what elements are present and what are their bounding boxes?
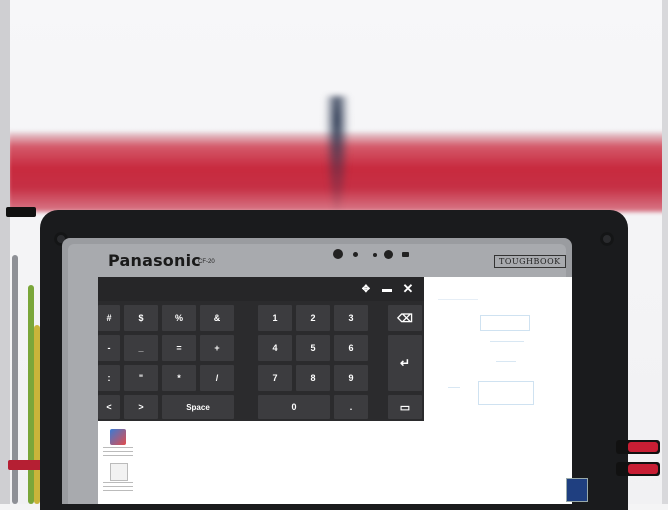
key-asterisk[interactable]: * [162, 365, 196, 391]
key-4[interactable]: 4 [258, 335, 292, 361]
key-7[interactable]: 7 [258, 365, 292, 391]
faint-line-2 [490, 341, 524, 342]
key-space[interactable]: Space [162, 395, 234, 419]
keyboard-layout-key[interactable]: ▭ [388, 395, 422, 419]
document-icon[interactable] [110, 463, 128, 481]
move-icon[interactable]: ✥ [359, 281, 373, 297]
key-5[interactable]: 5 [296, 335, 330, 361]
key-9[interactable]: 9 [334, 365, 368, 391]
cable-blur [324, 96, 350, 216]
faint-line-1 [438, 299, 478, 300]
faint-line-3 [496, 361, 516, 362]
close-icon[interactable]: ✕ [400, 280, 416, 298]
faint-button-2 [478, 381, 534, 405]
key-1[interactable]: 1 [258, 305, 292, 331]
key-8[interactable]: 8 [296, 365, 330, 391]
light-sensor-icon [373, 253, 377, 257]
indicator-icon [402, 252, 409, 257]
key-plus[interactable]: + [200, 335, 234, 361]
key-colon[interactable]: : [98, 365, 120, 391]
key-percent[interactable]: % [162, 305, 196, 331]
document-icon-label-bar [103, 482, 133, 494]
sensor-icon [353, 252, 358, 257]
enter-key[interactable]: ↵ [388, 335, 422, 391]
touch-keyboard: ✥ ▬ ✕ # $ % & - _ = + : " * / < > Space … [98, 277, 424, 421]
right-edge [662, 0, 668, 504]
key-hash[interactable]: # [98, 305, 120, 331]
key-underscore[interactable]: _ [124, 335, 158, 361]
key-equals[interactable]: = [162, 335, 196, 361]
key-0[interactable]: 0 [258, 395, 330, 419]
key-right[interactable]: > [124, 395, 158, 419]
dock-icon[interactable]: ▬ [380, 281, 394, 297]
camera-lens-icon [333, 249, 343, 259]
key-minus[interactable]: - [98, 335, 120, 361]
toughbook-logo: TOUGHBOOK [494, 255, 566, 268]
key-dollar[interactable]: $ [124, 305, 158, 331]
app-icon[interactable] [110, 429, 126, 445]
model-label: CF-20 [198, 259, 215, 265]
red-tag-right-1 [628, 442, 658, 452]
key-2[interactable]: 2 [296, 305, 330, 331]
front-camera-icon [384, 250, 393, 259]
faint-line-4 [448, 387, 460, 388]
key-quote[interactable]: " [124, 365, 158, 391]
key-left[interactable]: < [98, 395, 120, 419]
brand-logo: Panasonic [108, 251, 201, 270]
key-ampersand[interactable]: & [200, 305, 234, 331]
app-icon-label-bar [103, 447, 133, 457]
key-dot[interactable]: . [334, 395, 368, 419]
red-tag-right-2 [628, 464, 658, 474]
strap-left-1 [6, 207, 36, 217]
key-6[interactable]: 6 [334, 335, 368, 361]
key-slash[interactable]: / [200, 365, 234, 391]
screw-right [600, 232, 614, 246]
hardware-sticker [566, 478, 588, 502]
strap-left-2 [8, 460, 44, 470]
backspace-key[interactable]: ⌫ [388, 305, 422, 331]
key-3[interactable]: 3 [334, 305, 368, 331]
tablet-screen: ✥ ▬ ✕ # $ % & - _ = + : " * / < > Space … [98, 277, 572, 504]
faint-button-1 [480, 315, 530, 331]
keyboard-titlebar [98, 277, 424, 301]
